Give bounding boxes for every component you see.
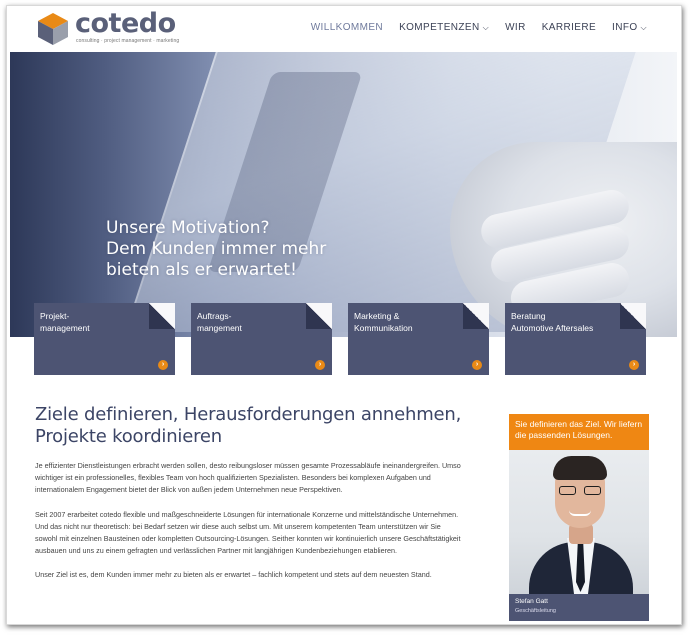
hero-banner: Unsere Motivation? Dem Kunden immer mehr… bbox=[10, 52, 677, 337]
nav-item-info[interactable]: INFO ⌵ bbox=[612, 22, 647, 33]
hero-line: Dem Kunden immer mehr bbox=[106, 239, 327, 259]
page-frame: cotedo consulting · project management ·… bbox=[6, 5, 682, 625]
folded-corner bbox=[306, 303, 332, 329]
nav-label: KOMPETENZEN bbox=[399, 22, 480, 33]
body-paragraph: Unser Ziel ist es, dem Kunden immer mehr… bbox=[35, 570, 432, 580]
service-label: Projekt- management bbox=[40, 310, 90, 334]
cube-logo-icon bbox=[38, 13, 68, 45]
service-tile-marketing[interactable]: Marketing & Kommunikation › bbox=[348, 303, 489, 375]
chevron-down-icon: ⌵ bbox=[482, 22, 490, 32]
main-nav: WILLKOMMEN KOMPETENZEN ⌵ WIR KARRIERE IN… bbox=[311, 22, 647, 33]
nav-item-wir[interactable]: WIR bbox=[505, 22, 526, 33]
nav-label: WIR bbox=[505, 22, 526, 33]
photo-smile bbox=[569, 510, 591, 516]
person-role: Geschäftsleitung bbox=[515, 608, 556, 614]
service-label: Marketing & Kommunikation bbox=[354, 310, 413, 334]
person-name: Stefan Gatt bbox=[515, 598, 548, 605]
service-tile-beratung[interactable]: Beratung Automotive Aftersales › bbox=[505, 303, 646, 375]
service-label-line: Automotive Aftersales bbox=[511, 323, 594, 333]
contact-sidebar: Sie definieren das Ziel. Wir liefern die… bbox=[509, 414, 649, 621]
arrow-right-circle-icon[interactable]: › bbox=[158, 360, 168, 370]
service-label-line: management bbox=[40, 323, 90, 333]
nav-label: INFO bbox=[612, 22, 638, 33]
service-label-line: Marketing & bbox=[354, 311, 400, 321]
chevron-down-icon: ⌵ bbox=[640, 22, 647, 32]
page-headline: Ziele definieren, Herausforderungen anne… bbox=[35, 404, 462, 447]
logo-tagline: consulting · project management · market… bbox=[76, 38, 180, 44]
photo-glasses bbox=[559, 486, 601, 495]
nav-item-willkommen[interactable]: WILLKOMMEN bbox=[311, 22, 383, 33]
logo-wordmark: cotedo bbox=[75, 8, 176, 39]
main-content: Ziele definieren, Herausforderungen anne… bbox=[35, 404, 465, 594]
nav-item-karriere[interactable]: KARRIERE bbox=[542, 22, 596, 33]
body-paragraph: Je effizienter Dienstleistungen erbracht… bbox=[35, 461, 461, 495]
service-label: Auftrags- mangement bbox=[197, 310, 242, 334]
site-header: cotedo consulting · project management ·… bbox=[7, 6, 681, 52]
photo-hair bbox=[553, 456, 607, 480]
service-label-line: Beratung bbox=[511, 311, 546, 321]
hero-line: Unsere Motivation? bbox=[106, 218, 270, 238]
service-tile-auftragsmanagement[interactable]: Auftrags- mangement › bbox=[191, 303, 332, 375]
arrow-right-circle-icon[interactable]: › bbox=[315, 360, 325, 370]
service-label-line: mangement bbox=[197, 323, 242, 333]
body-paragraph: Seit 2007 erarbeitet cotedo flexible und… bbox=[35, 509, 461, 556]
service-label: Beratung Automotive Aftersales bbox=[511, 310, 593, 334]
arrow-right-circle-icon[interactable]: › bbox=[629, 360, 639, 370]
service-tiles: Projekt- management › Auftrags- mangemen… bbox=[34, 303, 646, 375]
arrow-right-circle-icon[interactable]: › bbox=[472, 360, 482, 370]
person-caption: Stefan Gatt Geschäftsleitung bbox=[509, 594, 649, 621]
hero-slogan: Unsere Motivation? Dem Kunden immer mehr… bbox=[106, 218, 326, 281]
nav-label: KARRIERE bbox=[541, 22, 597, 33]
nav-label: WILLKOMMEN bbox=[310, 22, 384, 33]
nav-item-kompetenzen[interactable]: KOMPETENZEN ⌵ bbox=[399, 22, 489, 33]
folded-corner bbox=[620, 303, 646, 329]
hero-line: bieten als er erwartet! bbox=[106, 260, 297, 280]
person-photo bbox=[509, 450, 649, 594]
service-label-line: Auftrags- bbox=[197, 311, 232, 321]
folded-corner bbox=[463, 303, 489, 329]
service-label-line: Projekt- bbox=[40, 311, 70, 321]
folded-corner bbox=[149, 303, 175, 329]
service-tile-projektmanagement[interactable]: Projekt- management › bbox=[34, 303, 175, 375]
service-label-line: Kommunikation bbox=[354, 323, 413, 333]
logo[interactable]: cotedo consulting · project management ·… bbox=[35, 8, 179, 47]
sidebar-heading: Sie definieren das Ziel. Wir liefern die… bbox=[509, 414, 649, 450]
